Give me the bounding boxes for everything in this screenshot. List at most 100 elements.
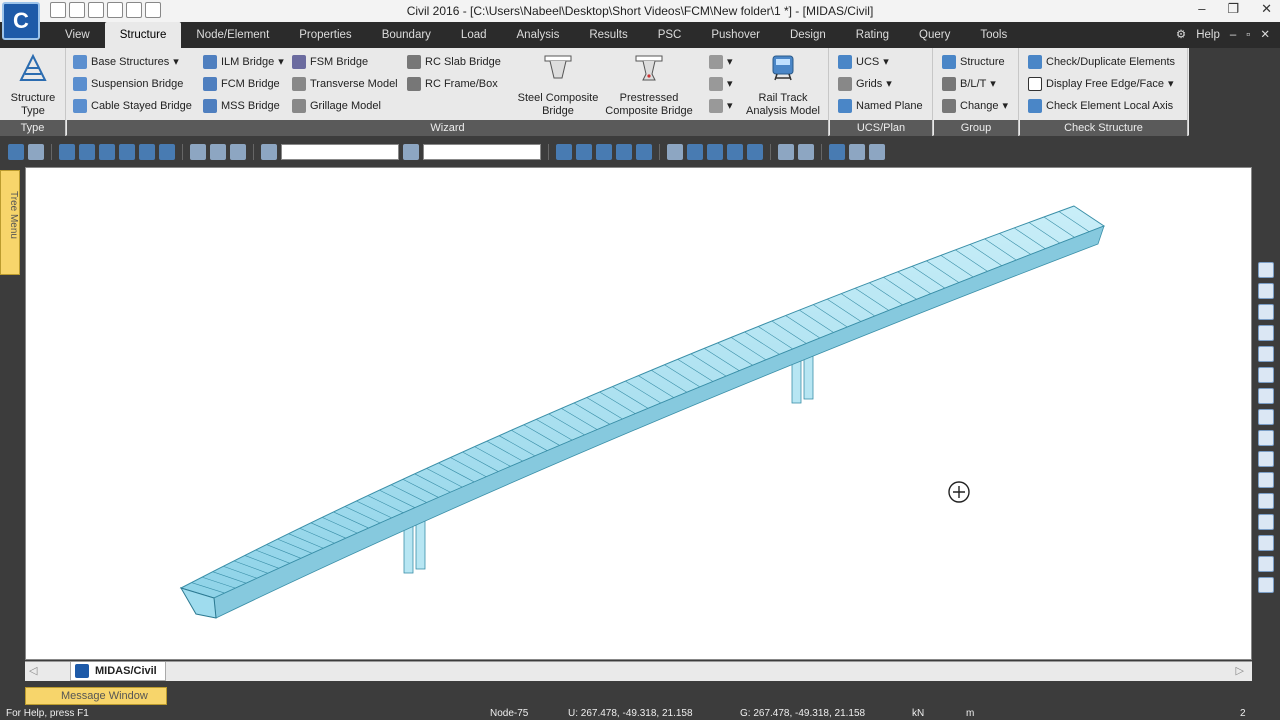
view-front-right-icon[interactable] (1258, 556, 1274, 572)
shading-icon[interactable] (727, 144, 743, 160)
doc-restore-icon[interactable]: ▫ (1246, 22, 1250, 48)
select-previous-icon[interactable] (159, 144, 175, 160)
view-side-icon[interactable] (596, 144, 612, 160)
unselect-all-icon[interactable] (210, 144, 226, 160)
app-logo[interactable]: C (2, 2, 40, 40)
tab-results[interactable]: Results (574, 22, 642, 48)
mss-bridge-button[interactable]: MSS Bridge (203, 97, 280, 115)
element-number-toggle-icon[interactable] (798, 144, 814, 160)
zoom-realtime-icon[interactable] (1258, 367, 1274, 383)
message-window-tab[interactable]: Message Window (25, 687, 167, 705)
select-polygon-icon[interactable] (79, 144, 95, 160)
rc-slab-bridge-button[interactable]: RC Slab Bridge (407, 53, 501, 71)
select-volume-icon[interactable] (139, 144, 155, 160)
wizard-extra-2-button[interactable]: ▾ (709, 75, 733, 93)
grids-button[interactable]: Grids ▾ (838, 75, 892, 93)
tab-properties[interactable]: Properties (284, 22, 366, 48)
zoom-out-icon[interactable] (1258, 325, 1274, 341)
zoom-previous-icon[interactable] (1258, 283, 1274, 299)
view-iso-right-icon[interactable] (1258, 451, 1274, 467)
pointer-icon[interactable] (261, 144, 277, 160)
tab-pushover[interactable]: Pushover (696, 22, 775, 48)
hidden-icon[interactable] (687, 144, 703, 160)
tab-rating[interactable]: Rating (841, 22, 904, 48)
zoom-in-icon[interactable] (1258, 304, 1274, 320)
help-button[interactable]: Help (1196, 22, 1220, 48)
view-top-icon[interactable] (616, 144, 632, 160)
view-normal-icon[interactable] (1258, 430, 1274, 446)
display-free-edge-button[interactable]: Display Free Edge/Face ▾ (1028, 75, 1174, 93)
doc-close-icon[interactable]: ✕ (1260, 22, 1270, 48)
node-number-combo[interactable] (281, 144, 399, 160)
tab-boundary[interactable]: Boundary (367, 22, 446, 48)
doc-tab-midas[interactable]: MIDAS/Civil (70, 662, 166, 681)
restore-icon[interactable]: ❐ (1227, 1, 1239, 17)
select-window-icon[interactable] (59, 144, 75, 160)
node-number-toggle-icon[interactable] (778, 144, 794, 160)
steel-composite-bridge-button[interactable]: Steel Composite Bridge (512, 52, 604, 118)
wizard-extra-1-button[interactable]: ▾ (709, 53, 733, 71)
structure-type-button[interactable]: Structure Type (6, 52, 60, 118)
group-change-button[interactable]: Change ▾ (942, 97, 1008, 115)
pan-icon[interactable] (1258, 388, 1274, 404)
force-unit-select[interactable]: kN (912, 708, 924, 720)
gear-icon[interactable]: ⚙ (1176, 22, 1186, 48)
view-iso-icon[interactable] (556, 144, 572, 160)
shrink-icon[interactable] (707, 144, 723, 160)
query-icon[interactable] (230, 144, 246, 160)
scroll-right-icon[interactable]: ▷ (1236, 664, 1244, 677)
ucs-button[interactable]: UCS ▾ (838, 53, 889, 71)
select-plane-icon[interactable] (119, 144, 135, 160)
tab-analysis[interactable]: Analysis (502, 22, 575, 48)
close-icon[interactable]: ✕ (1261, 1, 1272, 17)
zoom-window-icon[interactable] (1258, 262, 1274, 278)
tab-tools[interactable]: Tools (965, 22, 1022, 48)
wizard-extra-3-button[interactable]: ▾ (709, 97, 733, 115)
prestressed-composite-bridge-button[interactable]: Prestressed Composite Bridge (600, 52, 698, 118)
display-icon[interactable] (747, 144, 763, 160)
model-viewport[interactable] (25, 167, 1252, 660)
ribbon-minimize-icon[interactable]: – (1230, 22, 1236, 48)
view-rotate-icon[interactable] (636, 144, 652, 160)
unlock-icon[interactable] (869, 144, 885, 160)
tab-structure[interactable]: Structure (104, 22, 182, 48)
length-unit-select[interactable]: m (966, 708, 974, 720)
tab-psc[interactable]: PSC (643, 22, 697, 48)
view-right-icon[interactable] (1258, 535, 1274, 551)
named-plane-button[interactable]: Named Plane (838, 97, 923, 115)
filter-icon[interactable] (403, 144, 419, 160)
view-back-icon[interactable] (1258, 577, 1274, 593)
view-bottom-icon[interactable] (1258, 493, 1274, 509)
forward-arrow-icon[interactable] (28, 144, 44, 160)
group-structure-button[interactable]: Structure (942, 53, 1005, 71)
rc-frame-box-button[interactable]: RC Frame/Box (407, 75, 498, 93)
fcm-bridge-button[interactable]: FCM Bridge (203, 75, 280, 93)
view-left-icon[interactable] (1258, 514, 1274, 530)
transverse-model-button[interactable]: Transverse Model (292, 75, 398, 93)
activate-icon[interactable] (829, 144, 845, 160)
back-arrow-icon[interactable] (8, 144, 24, 160)
check-duplicate-button[interactable]: Check/Duplicate Elements (1028, 53, 1175, 71)
tree-menu-tab[interactable]: Tree Menu (0, 170, 20, 275)
tab-view[interactable]: View (50, 22, 105, 48)
group-blt-button[interactable]: B/L/T ▾ (942, 75, 996, 93)
unselect-icon[interactable] (190, 144, 206, 160)
tab-design[interactable]: Design (775, 22, 841, 48)
check-local-axis-button[interactable]: Check Element Local Axis (1028, 97, 1173, 115)
zoom-fit-right-icon[interactable] (1258, 346, 1274, 362)
scroll-left-icon[interactable]: ◁ (29, 664, 37, 677)
ilm-bridge-button[interactable]: ILM Bridge ▾ (203, 53, 284, 71)
minimize-icon[interactable]: – (1198, 1, 1205, 17)
cable-stayed-bridge-button[interactable]: Cable Stayed Bridge (73, 97, 192, 115)
fsm-bridge-button[interactable]: FSM Bridge (292, 53, 368, 71)
select-intersect-icon[interactable] (99, 144, 115, 160)
rotate-icon[interactable] (1258, 409, 1274, 425)
lock-icon[interactable] (849, 144, 865, 160)
view-top-right-icon[interactable] (1258, 472, 1274, 488)
zoom-fit-icon[interactable] (667, 144, 683, 160)
suspension-bridge-button[interactable]: Suspension Bridge (73, 75, 183, 93)
base-structures-button[interactable]: Base Structures ▾ (73, 53, 179, 71)
tab-node-element[interactable]: Node/Element (181, 22, 284, 48)
tab-load[interactable]: Load (446, 22, 502, 48)
grillage-model-button[interactable]: Grillage Model (292, 97, 381, 115)
